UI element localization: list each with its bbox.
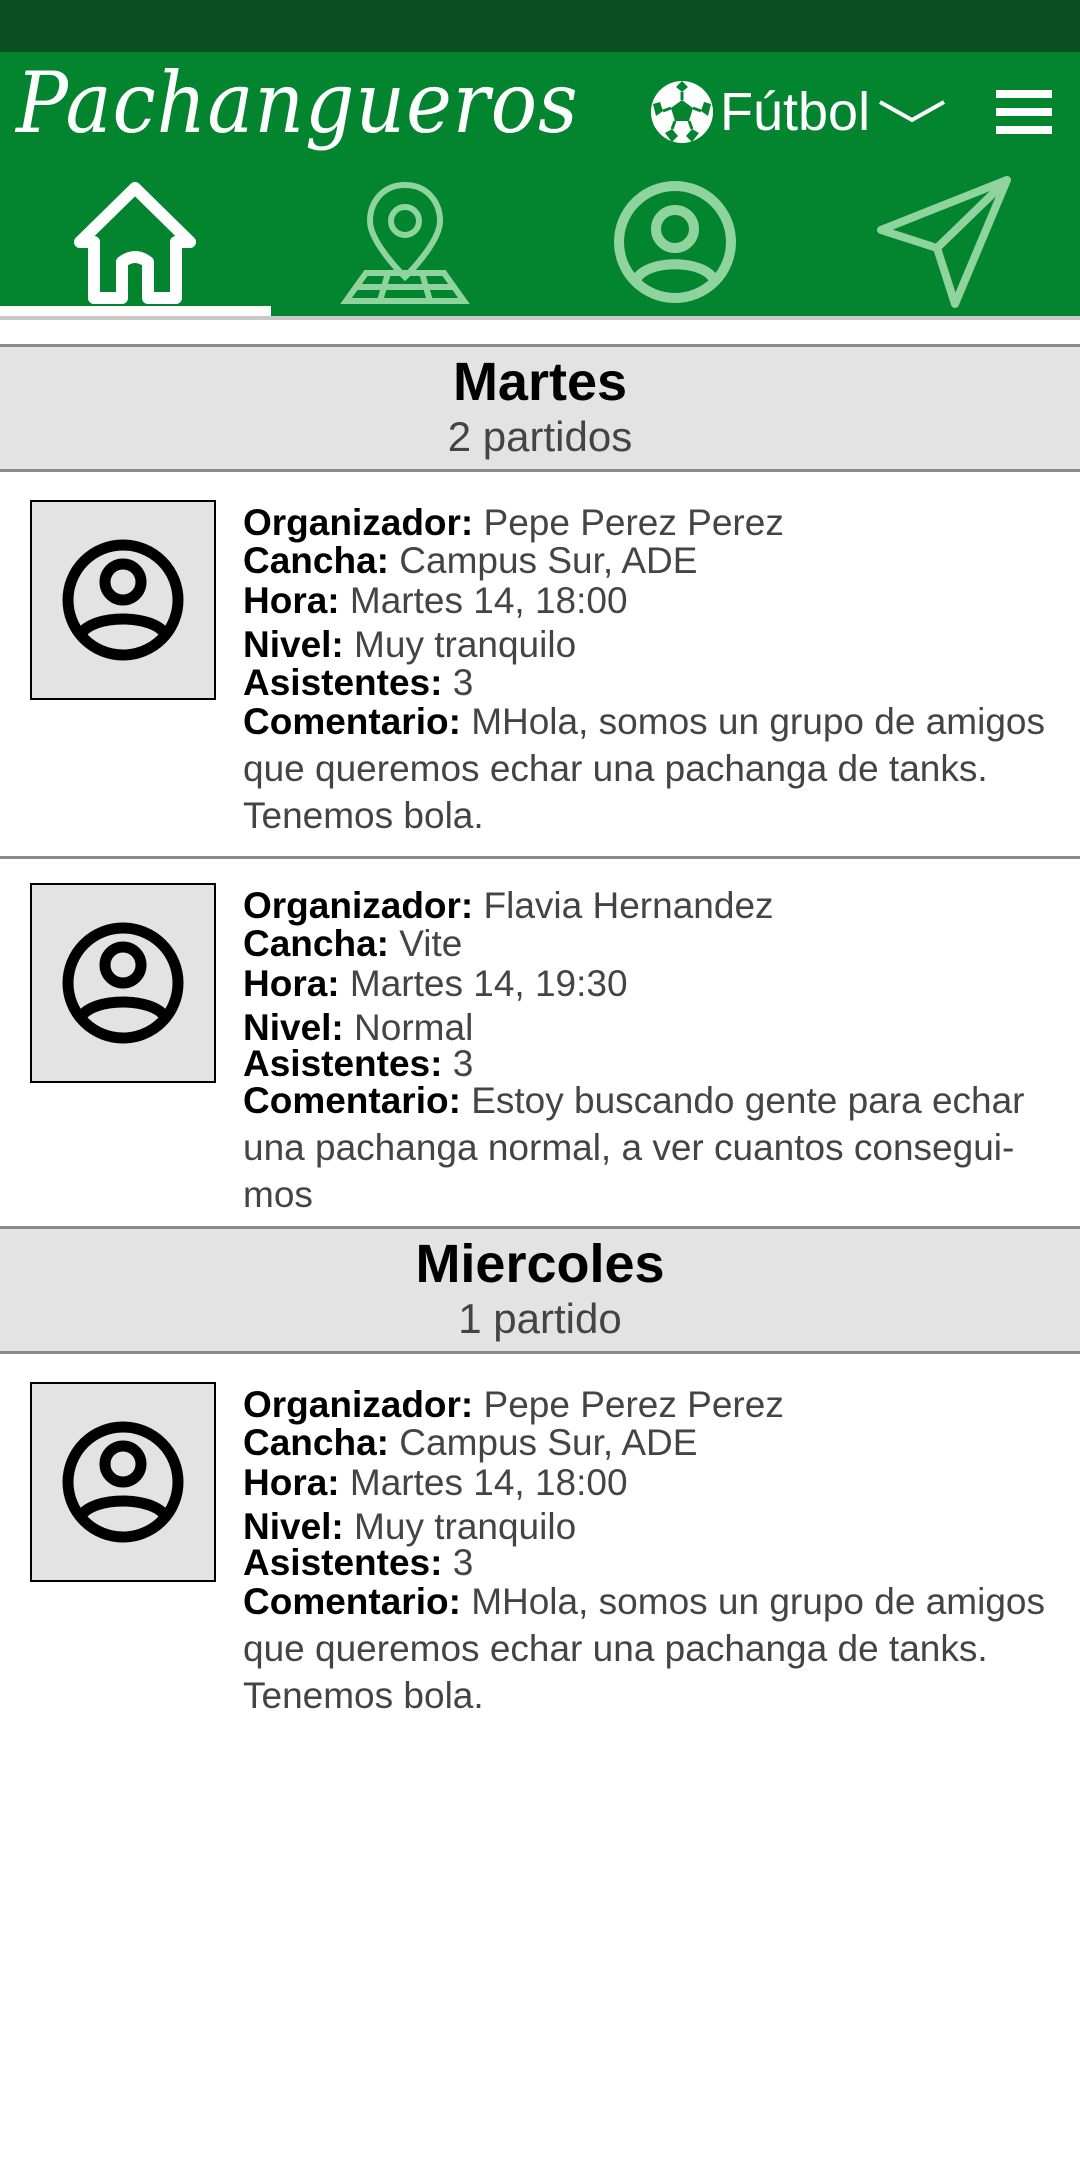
status-bar — [0, 0, 1080, 52]
profile-icon — [614, 181, 736, 303]
match-card[interactable]: Organizador: Flavia Hernandez Cancha: Vi… — [0, 859, 1080, 1227]
court-value: Campus Sur, ADE — [399, 1422, 698, 1463]
user-avatar-icon — [62, 922, 184, 1044]
soccer-ball-icon — [651, 81, 713, 143]
day-name: Martes — [452, 352, 628, 412]
time-value: Martes 14, 18:00 — [349, 580, 628, 621]
organizer-row: Organizador: Pepe Perez Perez — [243, 502, 784, 543]
level-value: Normal — [354, 1007, 474, 1048]
avatar — [30, 1382, 216, 1582]
day-header: Miercoles 1 partido — [0, 1226, 1080, 1354]
tab-profile[interactable] — [540, 172, 810, 312]
chevron-down-icon — [879, 100, 946, 123]
level-value: Muy tranquilo — [354, 624, 577, 665]
home-icon — [74, 181, 196, 304]
organizer-row: Organizador: Pepe Perez Perez — [243, 1384, 784, 1425]
user-avatar-icon — [62, 539, 184, 661]
time-row: Hora: Martes 14, 19:30 — [243, 963, 628, 1004]
attendees-value: 3 — [452, 662, 474, 703]
tab-home[interactable] — [0, 172, 270, 312]
match-card[interactable]: Organizador: Pepe Perez Perez Cancha: Ca… — [0, 472, 1080, 858]
menu-button[interactable] — [996, 88, 1052, 136]
tab-indicator — [0, 306, 271, 316]
user-avatar-icon — [62, 1421, 184, 1543]
sport-label: Fútbol — [720, 82, 871, 142]
organizer-value: Flavia Hernandez — [483, 885, 774, 926]
hamburger-menu-icon — [996, 90, 1052, 134]
time-row: Hora: Martes 14, 18:00 — [243, 1462, 628, 1503]
level-value: Muy tranquilo — [354, 1506, 577, 1547]
day-header: Martes 2 partidos — [0, 344, 1080, 472]
day-match-count: 2 partidos — [447, 413, 633, 460]
send-icon — [877, 176, 1011, 308]
header-divider — [0, 316, 1080, 320]
time-value: Martes 14, 18:00 — [349, 1462, 628, 1503]
day-match-count: 1 partido — [458, 1295, 622, 1342]
app-header: Pachangueros Fútbol — [0, 52, 1080, 316]
tab-map[interactable] — [270, 172, 540, 312]
level-row: Nivel: Muy tranquilo — [243, 624, 577, 665]
sport-selector[interactable]: Fútbol — [648, 72, 948, 152]
map-pin-icon — [340, 181, 470, 304]
avatar — [30, 883, 216, 1083]
avatar — [30, 500, 216, 700]
comment-row: Comentario: MHola, somos un grupo de ami… — [243, 1581, 1045, 1716]
match-card[interactable]: Organizador: Pepe Perez Perez Cancha: Ca… — [0, 1354, 1080, 1734]
day-name: Miercoles — [415, 1234, 665, 1294]
court-row: Cancha: Vite — [243, 923, 463, 964]
organizer-value: Pepe Perez Perez — [483, 1384, 784, 1425]
court-value: Campus Sur, ADE — [399, 540, 698, 581]
tab-messages[interactable] — [810, 172, 1080, 312]
court-value: Vite — [399, 923, 463, 964]
time-value: Martes 14, 19:30 — [349, 963, 628, 1004]
comment-row: Comentario: MHola, somos un grupo de ami… — [243, 701, 1045, 836]
court-row: Cancha: Campus Sur, ADE — [243, 1422, 698, 1463]
attendees-value: 3 — [452, 1542, 474, 1583]
comment-row: Comentario: Estoy buscando gente para ec… — [243, 1080, 1025, 1215]
organizer-row: Organizador: Flavia Hernandez — [243, 885, 774, 926]
time-row: Hora: Martes 14, 18:00 — [243, 580, 628, 621]
app-title: Pachangueros — [16, 54, 579, 152]
organizer-value: Pepe Perez Perez — [483, 502, 784, 543]
court-row: Cancha: Campus Sur, ADE — [243, 540, 698, 581]
